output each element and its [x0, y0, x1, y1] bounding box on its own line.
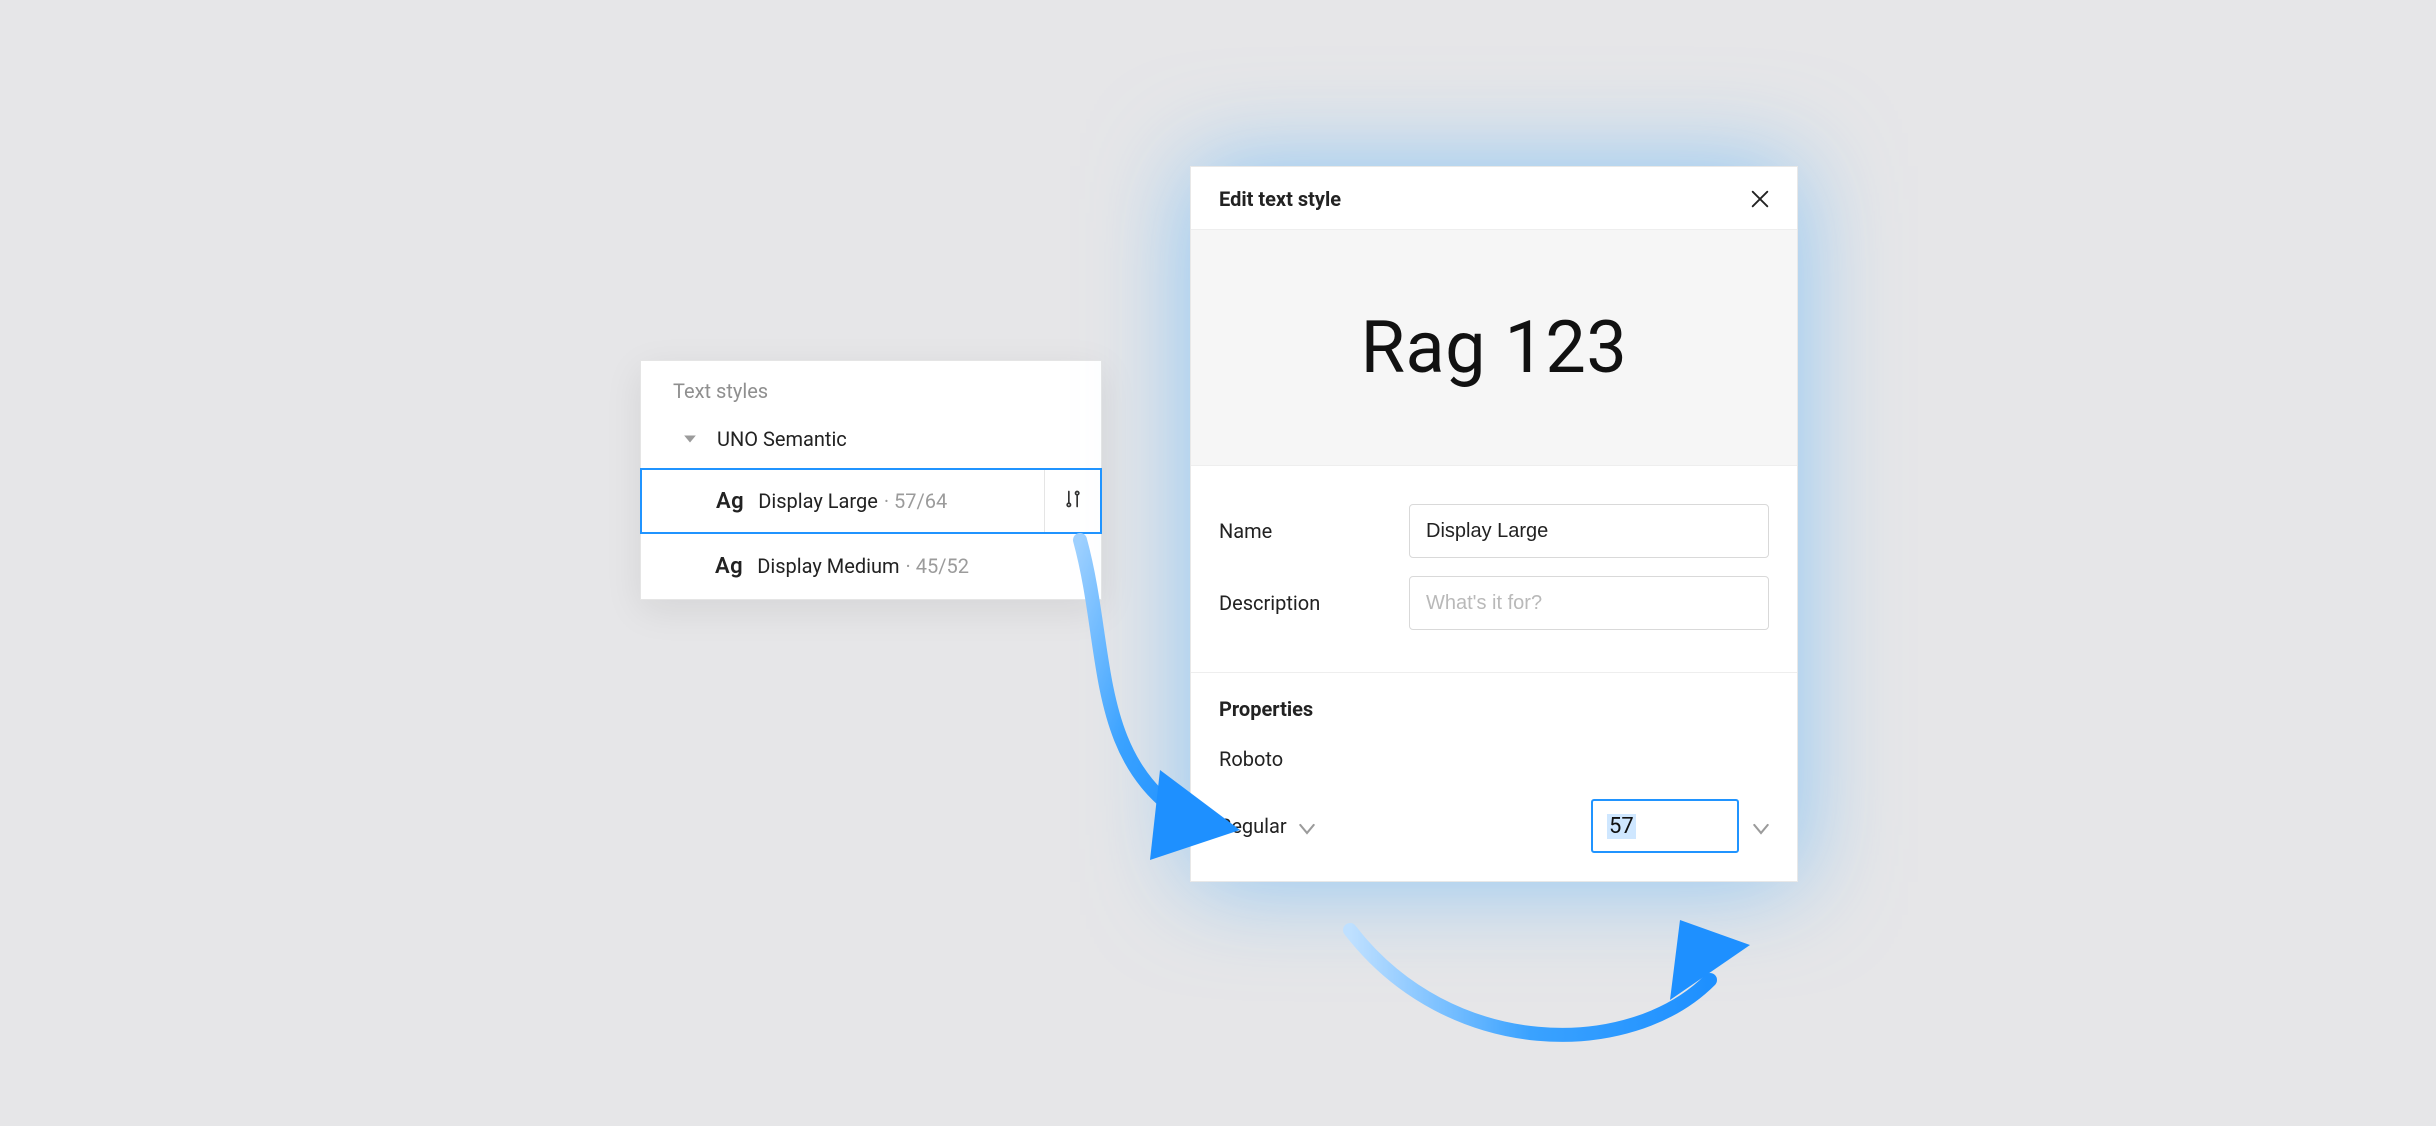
chevron-down-icon	[1299, 818, 1315, 834]
properties-section: Properties Roboto Regular 57	[1191, 673, 1797, 881]
font-size-input[interactable]: 57	[1591, 799, 1739, 853]
text-style-row[interactable]: Ag Display Large · 57/64	[640, 468, 1102, 534]
text-style-row[interactable]: Ag Display Medium · 45/52	[641, 533, 1101, 599]
edit-style-button[interactable]	[1044, 470, 1100, 532]
font-size-field[interactable]: 57	[1591, 799, 1769, 853]
description-label: Description	[1219, 591, 1409, 615]
text-style-name: Display Medium	[757, 554, 899, 578]
style-preview-text: Rag 123	[1361, 305, 1628, 390]
chevron-down-icon	[683, 432, 697, 446]
style-form: Name Description	[1191, 466, 1797, 673]
font-weight-select[interactable]: Regular	[1219, 814, 1591, 838]
text-style-meta: · 57/64	[884, 489, 947, 513]
edit-text-style-panel: Edit text style Rag 123 Name Description	[1190, 166, 1798, 882]
style-preview: Rag 123	[1191, 230, 1797, 466]
name-label: Name	[1219, 519, 1409, 543]
font-family-select[interactable]: Roboto	[1219, 747, 1769, 771]
properties-title: Properties	[1219, 697, 1769, 721]
text-styles-panel: Text styles UNO Semantic Ag Display Larg…	[640, 360, 1102, 600]
annotation-arrow	[1330, 890, 1770, 1070]
text-styles-header: Text styles	[641, 361, 1101, 417]
styles-group-name: UNO Semantic	[717, 427, 847, 451]
name-input[interactable]	[1409, 504, 1769, 558]
close-button[interactable]	[1749, 188, 1771, 210]
text-style-meta: · 45/52	[906, 554, 969, 578]
chevron-down-icon	[1753, 818, 1769, 834]
description-input[interactable]	[1409, 576, 1769, 630]
text-style-name: Display Large	[758, 489, 878, 513]
font-weight-value: Regular	[1219, 814, 1287, 838]
sliders-icon	[1063, 489, 1083, 514]
styles-group-row[interactable]: UNO Semantic	[641, 417, 1101, 469]
type-sample-icon: Ag	[716, 489, 744, 514]
type-sample-icon: Ag	[715, 554, 743, 579]
close-icon	[1749, 188, 1771, 210]
edit-panel-title: Edit text style	[1219, 187, 1341, 211]
font-size-value: 57	[1607, 814, 1636, 839]
edit-panel-glow: Edit text style Rag 123 Name Description	[1190, 166, 1798, 882]
edit-panel-header: Edit text style	[1191, 167, 1797, 230]
